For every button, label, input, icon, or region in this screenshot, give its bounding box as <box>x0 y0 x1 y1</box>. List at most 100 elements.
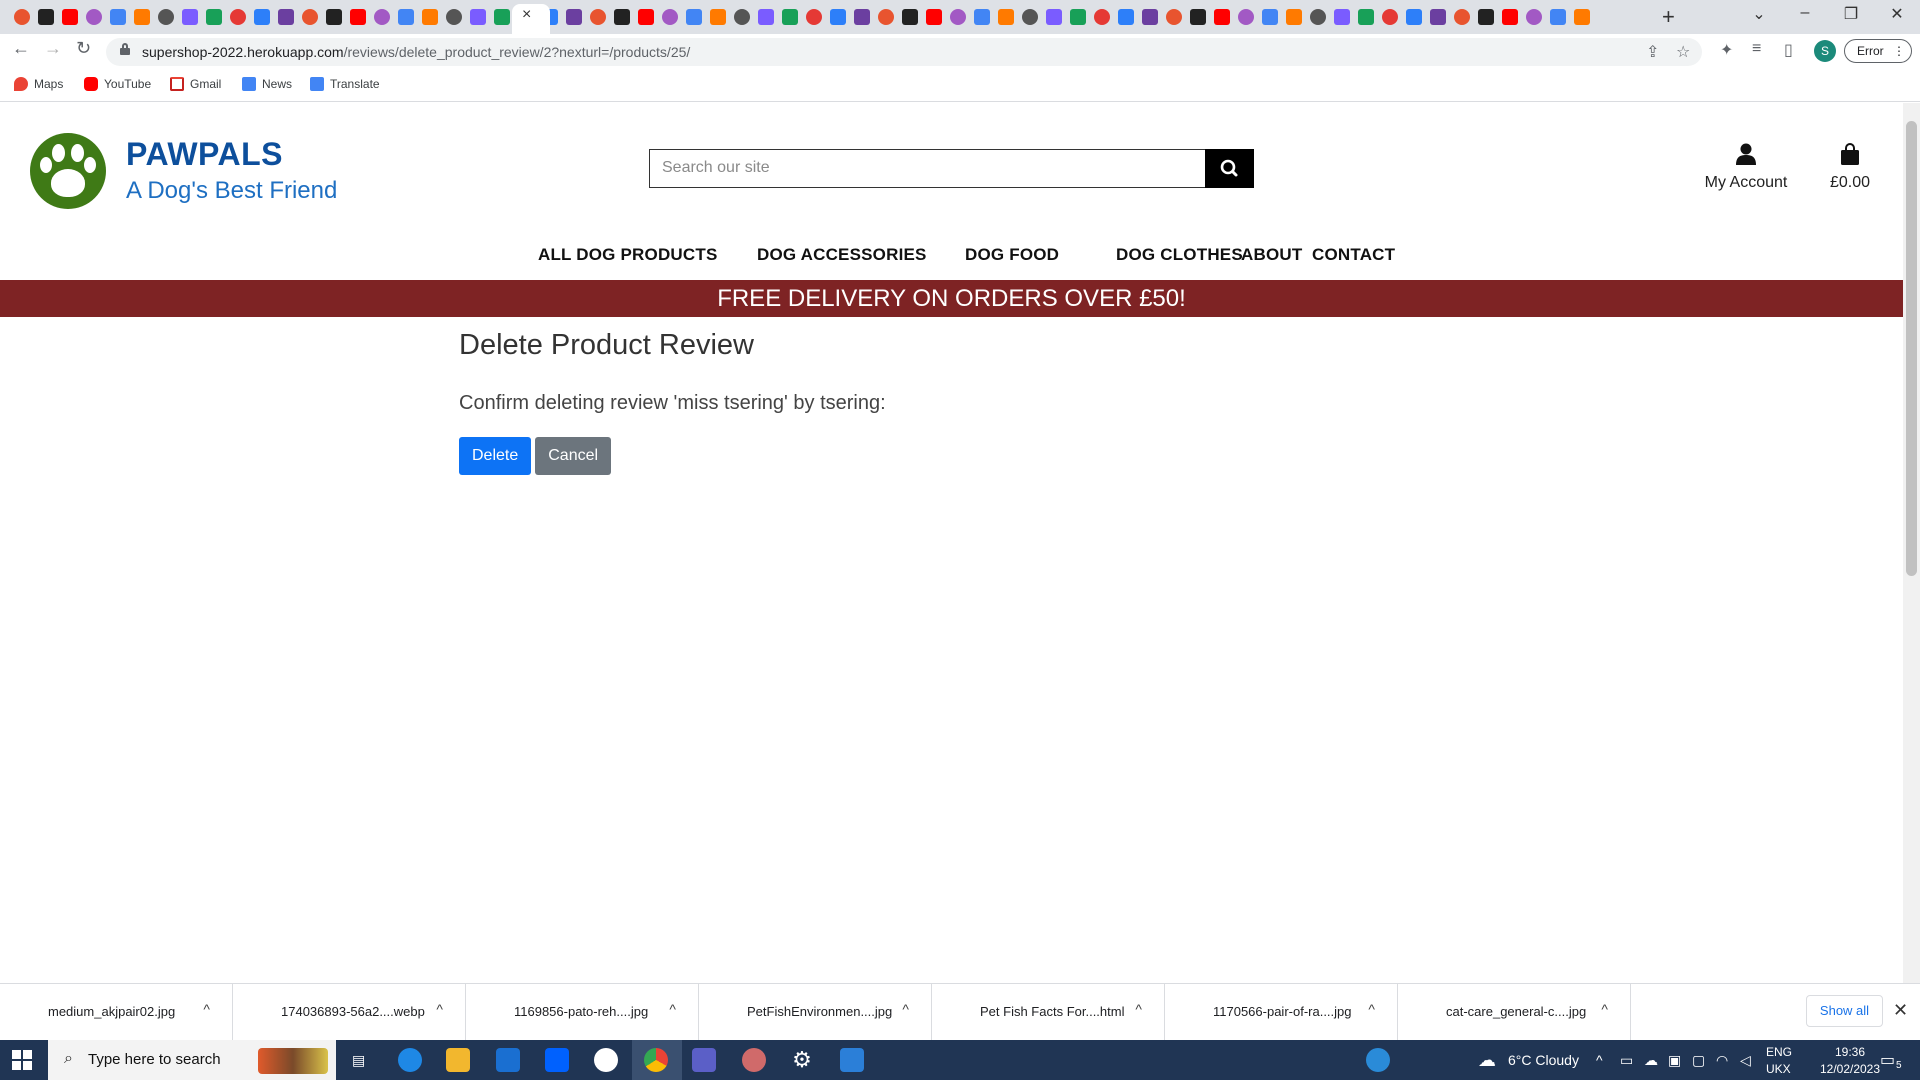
cloud-weather-icon[interactable]: ☁ <box>1478 1050 1496 1071</box>
page-scrollbar[interactable] <box>1903 103 1920 983</box>
file-explorer-icon[interactable] <box>446 1048 470 1072</box>
tab-favicon-icon[interactable] <box>1550 9 1566 25</box>
chevron-up-icon[interactable]: ^ <box>1601 1001 1608 1017</box>
chevron-up-icon[interactable]: ^ <box>203 1001 210 1017</box>
tab-favicon-icon[interactable] <box>398 9 414 25</box>
search-button[interactable] <box>1205 149 1254 188</box>
close-downloads-icon[interactable]: ✕ <box>1893 1000 1908 1021</box>
volume-icon[interactable]: ◁ <box>1740 1052 1751 1069</box>
tab-favicon-icon[interactable] <box>158 9 174 25</box>
tab-favicon-icon[interactable] <box>494 9 510 25</box>
search-input[interactable] <box>649 149 1206 188</box>
tab-favicon-icon[interactable] <box>302 9 318 25</box>
tab-favicon-icon[interactable] <box>278 9 294 25</box>
windows-start-icon[interactable] <box>12 1050 32 1070</box>
tab-favicons[interactable] <box>10 7 1650 27</box>
window-close-icon[interactable]: ✕ <box>1874 4 1920 24</box>
tab-favicon-icon[interactable] <box>1502 9 1518 25</box>
chevron-up-icon[interactable]: ^ <box>1135 1001 1142 1017</box>
url-text[interactable]: supershop-2022.herokuapp.com/reviews/del… <box>142 44 690 60</box>
tab-favicon-icon[interactable] <box>830 9 846 25</box>
tab-favicon-icon[interactable] <box>1382 9 1398 25</box>
wifi-icon[interactable]: ◠ <box>1716 1052 1728 1069</box>
tab-favicon-icon[interactable] <box>926 9 942 25</box>
download-item[interactable]: Pet Fish Facts For....html ^ <box>932 984 1165 1041</box>
display-icon[interactable]: ▢ <box>1692 1052 1705 1069</box>
tab-favicon-icon[interactable] <box>350 9 366 25</box>
extensions-icon[interactable]: ✦ <box>1720 40 1733 60</box>
notifications-icon[interactable]: ▭ <box>1880 1050 1895 1070</box>
download-item[interactable]: 174036893-56a2....webp ^ <box>233 984 466 1041</box>
tab-favicon-icon[interactable] <box>86 9 102 25</box>
tab-favicon-icon[interactable] <box>1070 9 1086 25</box>
tab-favicon-icon[interactable] <box>230 9 246 25</box>
tab-favicon-icon[interactable] <box>470 9 486 25</box>
tab-favicon-icon[interactable] <box>182 9 198 25</box>
keyboard-layout[interactable]: UKX <box>1766 1062 1791 1076</box>
tab-favicon-icon[interactable] <box>1574 9 1590 25</box>
my-account-link[interactable]: My Account <box>1700 143 1792 192</box>
clock-time[interactable]: 19:36 <box>1820 1045 1880 1059</box>
site-brand[interactable]: PAWPALS <box>126 136 283 173</box>
tab-favicon-icon[interactable] <box>638 9 654 25</box>
tab-favicon-icon[interactable] <box>1046 9 1062 25</box>
bookmark-maps[interactable]: Maps <box>14 77 63 91</box>
dropbox-icon[interactable] <box>545 1048 569 1072</box>
tab-favicon-icon[interactable] <box>206 9 222 25</box>
nav-contact[interactable]: CONTACT <box>1312 245 1395 265</box>
tab-favicon-icon[interactable] <box>1310 9 1326 25</box>
bookmark-star-icon[interactable]: ☆ <box>1676 42 1690 62</box>
tab-favicon-icon[interactable] <box>1454 9 1470 25</box>
tab-favicon-icon[interactable] <box>854 9 870 25</box>
tab-favicon-icon[interactable] <box>422 9 438 25</box>
tab-favicon-icon[interactable] <box>1214 9 1230 25</box>
tab-favicon-icon[interactable] <box>374 9 390 25</box>
tab-favicon-icon[interactable] <box>878 9 894 25</box>
tab-favicon-icon[interactable] <box>1526 9 1542 25</box>
address-bar[interactable]: supershop-2022.herokuapp.com/reviews/del… <box>106 38 1702 66</box>
photos-icon[interactable] <box>840 1048 864 1072</box>
nav-all-dog-products[interactable]: ALL DOG PRODUCTS <box>538 245 718 265</box>
error-menu-button[interactable]: Error ⋮ <box>1844 39 1912 63</box>
tab-favicon-icon[interactable] <box>710 9 726 25</box>
taskbar-search-box[interactable]: ⌕ Type here to search <box>48 1040 336 1080</box>
app-icon[interactable] <box>742 1048 766 1072</box>
search-field[interactable] <box>662 159 1193 177</box>
tab-favicon-icon[interactable] <box>254 9 270 25</box>
download-item[interactable]: 1169856-pato-reh....jpg ^ <box>466 984 699 1041</box>
tab-favicon-icon[interactable] <box>590 9 606 25</box>
bookmark-news[interactable]: News <box>242 77 292 91</box>
shopping-bag-link[interactable]: £0.00 <box>1826 143 1874 192</box>
tab-favicon-icon[interactable] <box>14 9 30 25</box>
language-code[interactable]: ENG <box>1766 1045 1792 1059</box>
forward-icon[interactable]: → <box>44 38 62 59</box>
tab-favicon-icon[interactable] <box>1334 9 1350 25</box>
tab-favicon-icon[interactable] <box>1118 9 1134 25</box>
tab-favicon-icon[interactable] <box>1262 9 1278 25</box>
tab-favicon-icon[interactable] <box>446 9 462 25</box>
tab-favicon-icon[interactable] <box>1286 9 1302 25</box>
profile-avatar[interactable]: S <box>1814 40 1836 62</box>
tab-favicon-icon[interactable] <box>1238 9 1254 25</box>
chevron-up-icon[interactable]: ^ <box>436 1001 443 1017</box>
chevron-up-icon[interactable]: ^ <box>1596 1052 1603 1068</box>
weather-text[interactable]: 6°C Cloudy <box>1508 1052 1579 1068</box>
tab-favicon-icon[interactable] <box>326 9 342 25</box>
paw-logo-icon[interactable] <box>30 133 106 209</box>
tab-favicon-icon[interactable] <box>1142 9 1158 25</box>
tab-favicon-icon[interactable] <box>998 9 1014 25</box>
bookmark-youtube[interactable]: YouTube <box>84 77 151 91</box>
tab-favicon-icon[interactable] <box>974 9 990 25</box>
chevron-up-icon[interactable]: ^ <box>902 1001 909 1017</box>
onedrive-icon[interactable]: ☁ <box>1644 1052 1658 1069</box>
tab-favicon-icon[interactable] <box>566 9 582 25</box>
tab-favicon-icon[interactable] <box>902 9 918 25</box>
nav-dog-accessories[interactable]: DOG ACCESSORIES <box>757 245 927 265</box>
close-tab-icon[interactable]: × <box>522 6 531 24</box>
tab-favicon-icon[interactable] <box>1094 9 1110 25</box>
edge-icon[interactable] <box>398 1048 422 1072</box>
bookmark-translate[interactable]: Translate <box>310 77 380 91</box>
tab-favicon-icon[interactable] <box>614 9 630 25</box>
download-item[interactable]: 1170566-pair-of-ra....jpg ^ <box>1165 984 1398 1041</box>
tab-favicon-icon[interactable] <box>734 9 750 25</box>
